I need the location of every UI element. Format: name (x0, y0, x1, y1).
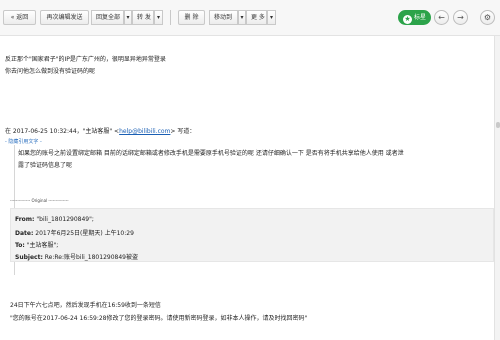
move-to-dropdown-icon[interactable]: ▾ (238, 10, 246, 25)
body-line-2: 你去问他怎么做到没有验证码的呢 (5, 68, 96, 75)
original-date: Date: 2017年6月25日(星期天) 上午10:29 (15, 228, 134, 237)
quote-header: 在 2017-06-25 10:32:44，"主站客服" <help@bilib… (5, 126, 195, 135)
star-button[interactable]: ★ 标星 (398, 10, 431, 25)
body-line-4: "您的账号在2017-06-24 16:59:28修改了您的登录密码。请使用新密… (10, 315, 308, 322)
body-line-3: 24日下午六七点吧，然后发现手机在16:59收到一条短信 (10, 302, 161, 309)
toolbar-divider (170, 10, 171, 25)
hide-quoted-text-link[interactable]: - 隐藏引用文字 - (5, 138, 42, 145)
forward-dropdown-icon[interactable]: ▾ (154, 10, 163, 25)
resend-edit-button[interactable]: 再次编辑发送 (40, 10, 89, 25)
back-button[interactable]: « 返回 (3, 10, 36, 25)
date-value: 2017年6月25日(星期天) 上午10:29 (35, 230, 134, 237)
original-subject: Subject: Re:Re:账号bili_1801290849被盗 (15, 252, 138, 261)
body-line-1: 反正那个"国家君子"的IP是广东广州的，很明显异地异常登录 (5, 56, 166, 63)
settings-gear-icon[interactable]: ⚙ (480, 10, 495, 25)
mail-toolbar: « 返回 再次编辑发送 回复全部 ▾ 转 发 ▾ 删 除 移动到 ▾ 更 多 ▾… (0, 0, 500, 36)
from-label: From: (15, 216, 35, 223)
more-dropdown-icon[interactable]: ▾ (267, 10, 276, 25)
next-mail-icon[interactable]: → (453, 10, 468, 25)
star-icon: ★ (403, 15, 412, 24)
original-divider: -------------- Original -------------- (10, 198, 69, 203)
quote-header-suffix: > 写道： (170, 128, 196, 135)
sender-email-link[interactable]: help@bilibili.com (119, 128, 170, 135)
subject-value: Re:Re:账号bili_1801290849被盗 (44, 254, 138, 261)
date-label: Date: (15, 230, 34, 237)
more-button[interactable]: 更 多 (246, 10, 267, 25)
to-label: To: (15, 242, 25, 249)
original-to: To: "主站客服"; (15, 240, 58, 249)
original-from: From: "bili_1801290849"; (15, 216, 94, 223)
reply-all-button[interactable]: 回复全部 (91, 10, 124, 25)
delete-button[interactable]: 删 除 (178, 10, 205, 25)
quote-line-2: 露了验证码信息了呢 (18, 162, 73, 169)
quote-header-prefix: 在 2017-06-25 10:32:44，"主站客服" < (5, 128, 120, 135)
star-button-label: 标星 (414, 14, 427, 21)
prev-mail-icon[interactable]: ← (434, 10, 449, 25)
scrollbar-thumb[interactable] (496, 122, 500, 128)
forward-button[interactable]: 转 发 (132, 10, 154, 25)
vertical-scrollbar[interactable] (494, 36, 500, 340)
original-message-box: From: "bili_1801290849"; Date: 2017年6月25… (10, 208, 494, 262)
from-value: "bili_1801290849"; (36, 216, 94, 223)
to-value: "主站客服"; (26, 242, 59, 249)
move-to-button[interactable]: 移动到 (209, 10, 238, 25)
quote-line-1: 如果您的账号之前设置绑定邮箱 目前的话绑定邮箱或者修改手机是需要原手机号验证的呢… (18, 150, 404, 157)
reply-all-dropdown-icon[interactable]: ▾ (124, 10, 132, 25)
subject-label: Subject: (15, 254, 43, 261)
